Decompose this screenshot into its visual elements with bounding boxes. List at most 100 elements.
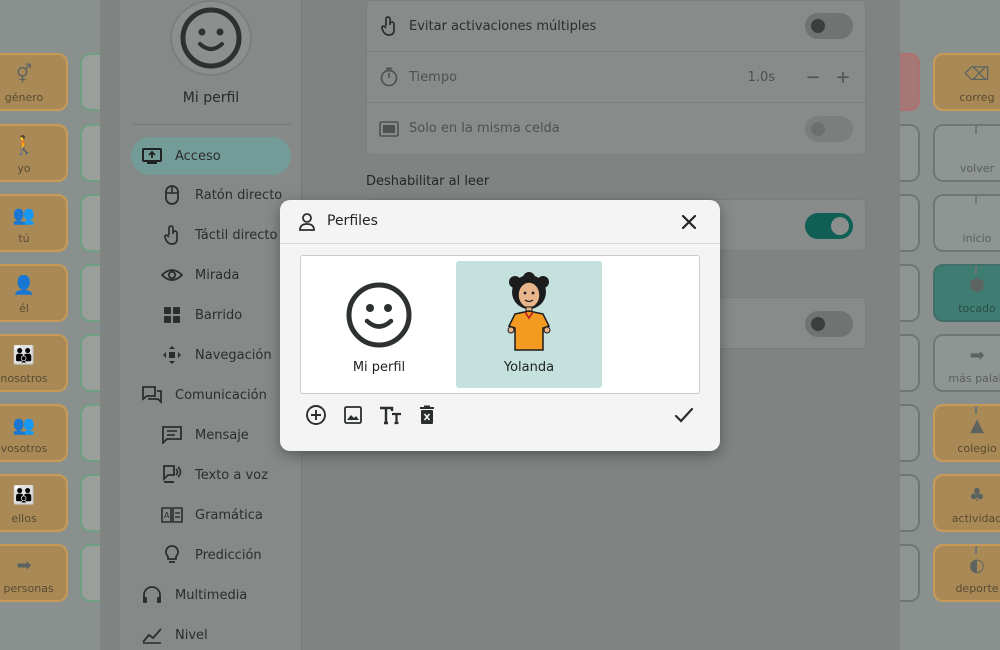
board-cell: 👪 ellos xyxy=(0,474,68,532)
board-cell: ▲ colegio xyxy=(933,404,1000,462)
tiempo-value: 1.0s xyxy=(747,69,775,85)
change-image-button[interactable] xyxy=(341,403,365,427)
board-cell: inicio xyxy=(933,194,1000,252)
disable-read-toggle[interactable] xyxy=(805,212,853,239)
profile-avatar[interactable] xyxy=(170,0,252,76)
profile-label: Yolanda xyxy=(503,360,555,375)
board-cell: ⚥ género xyxy=(0,53,68,111)
cell-icon xyxy=(379,120,399,137)
cell-label: más palab xyxy=(948,372,1000,385)
sidebar-divider xyxy=(132,124,292,125)
add-profile-button[interactable] xyxy=(304,403,328,427)
sidebar-item-mirada[interactable]: Mirada xyxy=(161,256,239,294)
cell-pictogram-icon: 👪 xyxy=(12,345,36,366)
level-icon xyxy=(141,624,163,646)
sidebar-item-label: Ratón directo xyxy=(195,187,283,203)
user-icon xyxy=(297,212,317,232)
sidebar-item-label: Mensaje xyxy=(195,427,249,443)
rename-button[interactable] xyxy=(378,403,404,427)
setting-row-same-cell: Solo en la misma celda xyxy=(367,103,865,154)
settings-card-activation: Evitar activaciones múltiples Tiempo 1.0… xyxy=(366,0,866,155)
cell-label: tú xyxy=(18,232,30,245)
setting-row-avoid-multiple[interactable]: Evitar activaciones múltiples xyxy=(367,1,865,52)
touch-icon xyxy=(161,224,183,246)
cell-pictogram-icon: 👥 xyxy=(12,415,36,436)
grid-icon xyxy=(161,304,183,326)
sidebar-item-nivel[interactable]: Nivel xyxy=(141,616,208,650)
sidebar-item-label: Comunicación xyxy=(175,387,267,403)
settings-sidebar: Mi perfil Acceso Ratón directo Táctil di… xyxy=(120,0,302,650)
girl-pictogram-icon xyxy=(507,272,551,351)
board-cell: 👥 vosotros xyxy=(0,404,68,462)
cell-label: actividad xyxy=(951,512,1000,525)
sidebar-item-comunicacion[interactable]: Comunicación xyxy=(141,376,267,414)
bulb-icon xyxy=(161,544,183,566)
profile-card-yolanda[interactable]: Yolanda xyxy=(456,261,602,388)
cell-pictogram-icon: 👤 xyxy=(12,275,36,296)
cell-pictogram-icon: ➡ xyxy=(969,345,985,366)
profile-name: Mi perfil xyxy=(182,90,240,106)
setting-row-tiempo: Tiempo 1.0s − + xyxy=(367,52,865,103)
cell-label: inicio xyxy=(962,232,992,245)
sidebar-item-mensaje[interactable]: Mensaje xyxy=(161,416,249,454)
profiles-grid: Mi perfil Yolanda xyxy=(300,255,700,394)
cell-label: él xyxy=(19,302,29,315)
sidebar-item-label: Texto a voz xyxy=(195,467,268,483)
same-cell-toggle[interactable] xyxy=(805,115,853,142)
sidebar-item-label: Acceso xyxy=(175,148,221,164)
profile-label: Mi perfil xyxy=(352,360,406,375)
board-cell: ◐ deporte xyxy=(933,544,1000,602)
message-icon xyxy=(161,424,183,446)
speech-icon xyxy=(161,464,183,486)
smiley-icon xyxy=(346,282,412,348)
cell-pictogram-icon: 👥 xyxy=(12,205,36,226)
cell-label: ellos xyxy=(11,512,37,525)
sidebar-item-label: Predicción xyxy=(195,547,262,563)
cell-label: tocado xyxy=(958,302,996,315)
cell-pictogram-icon: ▲ xyxy=(970,415,984,436)
sidebar-item-label: Barrido xyxy=(195,307,243,323)
board-cell: 👤 él xyxy=(0,264,68,322)
dialog-title: Perfiles xyxy=(327,213,378,229)
avoid-multiple-toggle[interactable] xyxy=(805,13,853,39)
sidebar-item-prediccion[interactable]: Predicción xyxy=(161,536,262,574)
sidebar-item-tactil-directo[interactable]: Táctil directo xyxy=(161,216,277,254)
profile-card-mi-perfil[interactable]: Mi perfil xyxy=(306,261,452,388)
chat-icon xyxy=(141,384,163,406)
increment-button[interactable]: + xyxy=(833,67,853,88)
cell-pictogram-icon: ⬢ xyxy=(969,275,985,296)
sidebar-item-gramatica[interactable]: A Gramática xyxy=(161,496,263,534)
sidebar-item-acceso[interactable]: Acceso xyxy=(131,137,291,175)
board-cell: volver xyxy=(933,124,1000,182)
cell-label: género xyxy=(4,91,44,104)
mouse-icon xyxy=(161,184,183,206)
cell-label: yo xyxy=(17,162,31,175)
cell-pictogram-icon: ⌫ xyxy=(964,64,990,85)
sidebar-item-raton-directo[interactable]: Ratón directo xyxy=(161,176,282,214)
cell-label: correg xyxy=(959,91,995,104)
sidebar-item-barrido[interactable]: Barrido xyxy=(161,296,242,334)
timer-icon xyxy=(379,67,399,87)
cell-label: s personas xyxy=(0,582,54,595)
decrement-button[interactable]: − xyxy=(803,67,823,88)
sidebar-item-multimedia[interactable]: Multimedia xyxy=(141,576,247,614)
cell-pictogram-icon: 👪 xyxy=(12,485,36,506)
other-toggle[interactable] xyxy=(805,310,853,337)
grammar-icon: A xyxy=(161,504,183,526)
close-icon[interactable] xyxy=(678,211,700,233)
cell-label: colegio xyxy=(957,442,997,455)
image-icon xyxy=(344,406,362,424)
touch-icon xyxy=(379,16,399,36)
cell-pictogram-icon: ➡ xyxy=(16,555,32,576)
cell-label: vosotros xyxy=(0,442,48,455)
board-cell: 👥 tú xyxy=(0,194,68,252)
sidebar-item-texto-a-voz[interactable]: Texto a voz xyxy=(161,456,268,494)
sidebar-item-navegacion[interactable]: Navegación xyxy=(161,336,272,374)
trash-icon xyxy=(420,405,434,424)
cell-label: deporte xyxy=(955,582,999,595)
profiles-dialog: Perfiles Mi perfil Yolanda xyxy=(280,200,720,451)
delete-profile-button[interactable] xyxy=(415,403,439,427)
confirm-button[interactable] xyxy=(672,403,696,427)
cell-label: nosotros xyxy=(0,372,48,385)
svg-text:A: A xyxy=(164,511,170,520)
